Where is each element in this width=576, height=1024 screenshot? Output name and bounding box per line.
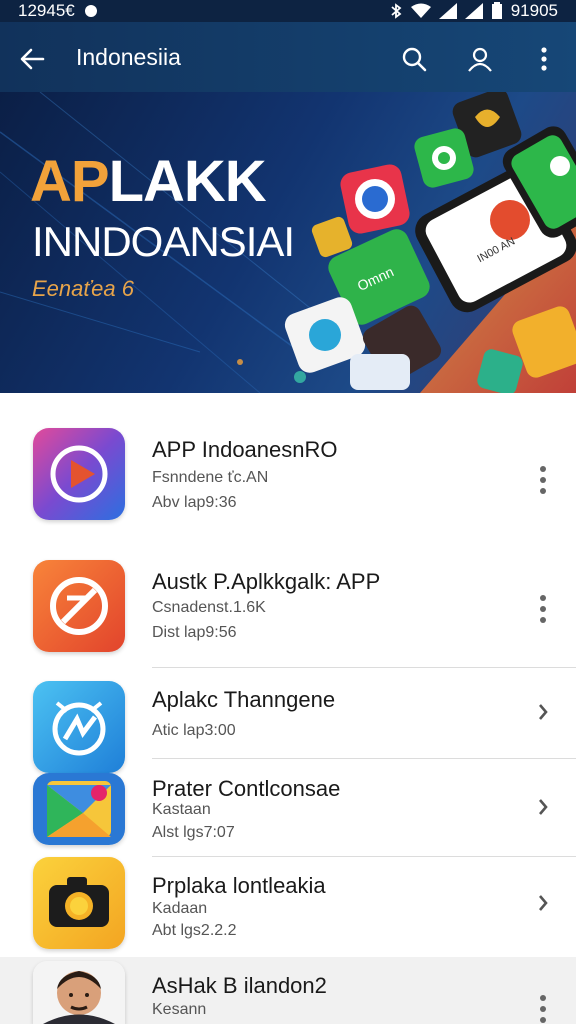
account-button[interactable] — [462, 41, 498, 77]
app-bar: Indonesiia — [0, 22, 576, 92]
banner-phone-illustration: Omnn IN00 AN — [284, 92, 576, 393]
app-title: Prater Contlconsae — [152, 776, 341, 801]
more-vertical-icon — [540, 595, 546, 623]
item-open-button[interactable] — [528, 787, 558, 827]
app-meta: Alst lgs7:07 — [152, 824, 235, 841]
page-title: Indonesiia — [76, 44, 181, 70]
chevron-right-icon — [539, 799, 548, 815]
back-button[interactable] — [14, 41, 50, 77]
app-title: Austk P.Aplkkgalk: APP — [152, 569, 381, 594]
camera-icon — [33, 857, 125, 949]
banner-title: APLAKK — [30, 149, 267, 214]
more-vertical-icon — [541, 47, 547, 71]
app-icon — [33, 428, 125, 520]
list-item[interactable]: APP IndoanesnRO Fsnndene ťc.AN Abv lap9:… — [0, 393, 576, 533]
app-meta: Dist lap9:56 — [152, 624, 237, 641]
list-item[interactable]: Prplaka lontleakia Kadaan Abt lgs2.2.2 — [0, 857, 576, 957]
app-icon — [33, 560, 125, 652]
notification-dot-icon — [84, 5, 97, 17]
bluetooth-icon — [391, 3, 402, 19]
app-publisher: Kadaan — [152, 900, 208, 917]
app-title: Prplaka lontleakia — [152, 873, 326, 898]
promo-banner[interactable]: APLAKK INNDOANSIAI Eenaťea 6 Omnn IN00 A… — [0, 92, 576, 393]
more-options-button[interactable] — [526, 41, 562, 77]
app-meta: Abv lap9:36 — [152, 494, 237, 511]
battery-icon — [491, 2, 502, 19]
app-meta: Abt lgs2.2.2 — [152, 922, 237, 939]
more-vertical-icon — [540, 466, 546, 494]
wifi-icon — [410, 3, 431, 18]
no-entry-icon — [33, 560, 125, 652]
list-item[interactable]: Prater Contlconsae Kastaan Alst lgs7:07 — [0, 759, 576, 857]
status-bar: 12945€ 91905 — [0, 0, 576, 22]
app-publisher: Kastaan — [152, 801, 211, 818]
list-item[interactable]: Austk P.Aplkkgalk: APP Csnadenst.1.6K Di… — [0, 533, 576, 668]
person-icon — [468, 47, 492, 72]
status-time: 12945€ — [18, 1, 75, 20]
signal-icon — [438, 3, 457, 19]
app-icon — [33, 857, 125, 949]
item-more-button[interactable] — [528, 460, 558, 500]
avatar-icon — [33, 961, 125, 1024]
banner-subtitle: Eenaťea 6 — [32, 276, 134, 301]
more-vertical-icon — [540, 995, 546, 1023]
app-title: AsHak B ilandon2 — [152, 973, 327, 998]
banner-title-line2: INNDOANSIAI — [32, 218, 295, 265]
app-icon — [33, 773, 125, 845]
chevron-right-icon — [539, 704, 548, 720]
app-icon — [33, 961, 125, 1024]
search-button[interactable] — [396, 41, 432, 77]
list-item[interactable]: Aplakc Thanngene Atic lap3:00 — [0, 668, 576, 773]
arrow-left-icon — [20, 48, 45, 70]
play-icon — [33, 428, 125, 520]
app-publisher: Csnadenst.1.6K — [152, 599, 266, 616]
status-right-text: 91905 — [510, 1, 558, 20]
app-title: Aplakc Thanngene — [152, 687, 336, 712]
search-icon — [402, 47, 427, 72]
item-more-button[interactable] — [528, 589, 558, 629]
play-store-icon — [33, 773, 125, 845]
signal-2-icon — [464, 3, 483, 19]
chevron-right-icon — [539, 895, 548, 911]
item-open-button[interactable] — [528, 883, 558, 923]
app-publisher: Fsnndene ťc.AN — [152, 469, 269, 486]
app-publisher: Kesann — [152, 1001, 207, 1018]
item-open-button[interactable] — [528, 692, 558, 732]
item-more-button[interactable] — [528, 989, 558, 1024]
app-title: APP IndoanesnRO — [152, 437, 338, 462]
app-meta: Atic lap3:00 — [152, 722, 236, 739]
list-item[interactable]: AsHak B ilandon2 Kesann — [0, 957, 576, 1024]
